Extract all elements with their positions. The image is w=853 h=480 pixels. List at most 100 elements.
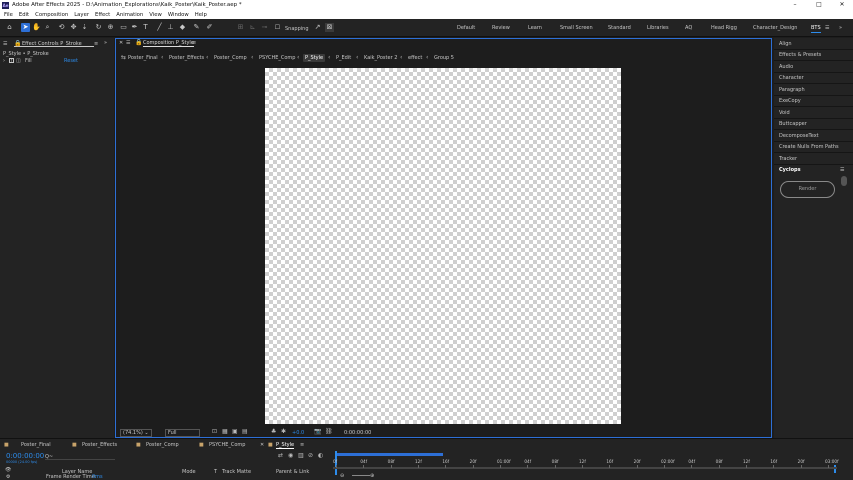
- panel-paragraph[interactable]: Paragraph: [779, 87, 805, 93]
- breadcrumb-p-style[interactable]: P_Style: [303, 54, 326, 62]
- breadcrumb-poster-effects[interactable]: Poster_Effects: [169, 55, 204, 61]
- breadcrumb-group-5[interactable]: Group 5: [434, 55, 454, 61]
- scrollbar-thumb[interactable]: [841, 176, 847, 186]
- draft-3d-icon[interactable]: ◉: [288, 452, 293, 459]
- panel-execopy[interactable]: ExeCopy: [779, 98, 801, 104]
- type-tool-icon[interactable]: T: [141, 23, 150, 32]
- snapshot-camera-icon[interactable]: 📷: [314, 428, 321, 435]
- comp-tab-menu-icon[interactable]: ≡: [192, 40, 196, 46]
- timeline-tab-poster-effects[interactable]: Poster_Effects: [82, 442, 117, 448]
- menu-effect[interactable]: Effect: [95, 12, 110, 18]
- menu-edit[interactable]: Edit: [19, 12, 29, 18]
- breadcrumb-p-edit[interactable]: P_Edit: [336, 55, 351, 61]
- panel-align[interactable]: Align: [779, 41, 792, 47]
- rectangle-tool-icon[interactable]: ▭: [119, 23, 128, 32]
- anchor-tool-icon[interactable]: ⊕: [106, 23, 115, 32]
- region-of-interest-icon[interactable]: ⊡: [212, 428, 217, 435]
- zoom-in-icon[interactable]: ⊕: [370, 473, 374, 479]
- workspace-small-screen[interactable]: Small Screen: [560, 25, 593, 31]
- panel-buttcapper[interactable]: Buttcapper: [779, 121, 807, 127]
- panel-effects-presets[interactable]: Effects & Presets: [779, 52, 821, 58]
- comp-panel-close-icon[interactable]: ✕: [119, 40, 123, 46]
- workspace-default[interactable]: Default: [457, 25, 475, 31]
- minimize-button[interactable]: –: [784, 0, 806, 10]
- transparency-grid-icon[interactable]: ▦: [222, 428, 228, 435]
- motion-blur-icon[interactable]: ◐: [318, 452, 323, 459]
- menu-help[interactable]: Help: [195, 12, 207, 18]
- workspace-libraries[interactable]: Libraries: [647, 25, 669, 31]
- reset-link[interactable]: Reset: [64, 58, 78, 64]
- panel-character[interactable]: Character: [779, 75, 804, 81]
- puppet-pin-tool-icon[interactable]: ✐: [205, 23, 214, 32]
- resolution-dropdown[interactable]: Full: [165, 429, 200, 437]
- hand-tool-icon[interactable]: ✋: [32, 23, 41, 32]
- composition-canvas[interactable]: [265, 68, 621, 424]
- pan-tool-icon[interactable]: ✥: [69, 23, 78, 32]
- exposure-value[interactable]: +0.0: [292, 430, 304, 436]
- menu-view[interactable]: View: [149, 12, 162, 18]
- snap-options-icon[interactable]: ↗: [313, 23, 322, 32]
- orbit-tool-icon[interactable]: ⟲: [57, 23, 66, 32]
- zoom-dropdown[interactable]: (74.1%) ⌄: [120, 429, 152, 437]
- show-channel-icon[interactable]: ⛓: [325, 428, 333, 435]
- workspace-aq[interactable]: AQ: [685, 25, 692, 31]
- workspace-menu-icon[interactable]: ☰: [825, 25, 829, 31]
- zoom-out-icon[interactable]: ⊖: [340, 473, 344, 479]
- roto-brush-tool-icon[interactable]: ✎: [192, 23, 201, 32]
- shy-layers-icon[interactable]: ▥: [298, 452, 304, 459]
- workspace-standard[interactable]: Standard: [608, 25, 631, 31]
- tab-composition[interactable]: Composition P_Style: [143, 40, 194, 47]
- panel-void[interactable]: Void: [779, 110, 790, 116]
- menu-animation[interactable]: Animation: [116, 12, 143, 18]
- time-navigator[interactable]: [333, 467, 837, 469]
- timeline-tab-poster-final[interactable]: Poster_Final: [21, 442, 51, 448]
- close-button[interactable]: ✕: [831, 0, 853, 10]
- fast-previews-icon[interactable]: ♣: [271, 428, 276, 435]
- breadcrumb-poster-final[interactable]: Poster_Final: [128, 55, 158, 61]
- fx-toggle-icon[interactable]: f: [9, 58, 14, 63]
- zoom-tool-icon[interactable]: ⌕: [43, 23, 52, 32]
- menu-window[interactable]: Window: [168, 12, 189, 18]
- breadcrumb-kaik-poster-2[interactable]: Kaik_Poster 2: [364, 55, 397, 61]
- effect-controls-tab-label[interactable]: Effect Controls P_Stroke: [22, 41, 82, 47]
- comp-timecode[interactable]: 0:00:00:00: [344, 430, 371, 436]
- panel-decomposetext[interactable]: DecomposeText: [779, 133, 819, 139]
- av-switches-icon[interactable]: 👁: [5, 467, 11, 473]
- work-area-bar[interactable]: [335, 453, 443, 456]
- rotation-tool-icon[interactable]: ↻: [94, 23, 103, 32]
- timeline-tab-p-style[interactable]: P_Style: [276, 442, 295, 449]
- frame-blending-icon[interactable]: ⊘: [308, 452, 313, 459]
- snap-target-icon[interactable]: ⊠: [325, 23, 334, 32]
- world-axis-icon[interactable]: ⊾: [248, 23, 257, 32]
- tab-menu-icon[interactable]: ≡: [94, 41, 98, 47]
- snapping-checkbox[interactable]: ☐: [273, 23, 282, 32]
- breadcrumb-poster-comp[interactable]: Poster_Comp: [214, 55, 247, 61]
- color-management-icon[interactable]: ✱: [281, 428, 286, 435]
- panel-tracker[interactable]: Tracker: [779, 156, 797, 162]
- mask-visibility-icon[interactable]: ▣: [232, 428, 238, 435]
- visibility-icon[interactable]: ◫: [16, 58, 21, 64]
- current-time[interactable]: 0:00:00:00: [6, 452, 44, 460]
- toggle-switches-icon[interactable]: ⚙: [6, 474, 10, 480]
- workspace-bts[interactable]: BTS: [811, 25, 821, 33]
- menu-layer[interactable]: Layer: [74, 12, 89, 18]
- home-icon[interactable]: ⌂: [5, 23, 14, 32]
- 3d-view-icon[interactable]: ▤: [242, 428, 248, 435]
- timeline-zoom-slider[interactable]: [352, 475, 370, 476]
- layer-search-input[interactable]: Q~: [45, 454, 115, 460]
- panel-create-nulls[interactable]: Create Nulls From Paths: [779, 144, 839, 150]
- render-button[interactable]: Render: [780, 181, 835, 198]
- brush-tool-icon[interactable]: ╱: [155, 23, 164, 32]
- cyclops-menu-icon[interactable]: ☰: [840, 167, 844, 173]
- workspace-character-design[interactable]: Character_Design: [753, 25, 797, 31]
- comp-panel-menu-icon[interactable]: ☰: [126, 40, 130, 46]
- timeline-tab-psyche-comp[interactable]: PSYCHE_Comp: [209, 442, 245, 448]
- maximize-button[interactable]: □: [808, 0, 830, 10]
- panel-menu-icon[interactable]: ☰: [3, 41, 7, 47]
- lock-icon[interactable]: 🔒: [14, 40, 21, 47]
- clone-stamp-tool-icon[interactable]: ⊥: [166, 23, 175, 32]
- timeline-tab-close-icon[interactable]: ✕: [260, 442, 264, 448]
- breadcrumb-psyche-comp[interactable]: PSYCHE_Comp: [259, 55, 295, 61]
- pen-tool-icon[interactable]: ✒: [130, 23, 139, 32]
- menu-file[interactable]: File: [4, 12, 13, 18]
